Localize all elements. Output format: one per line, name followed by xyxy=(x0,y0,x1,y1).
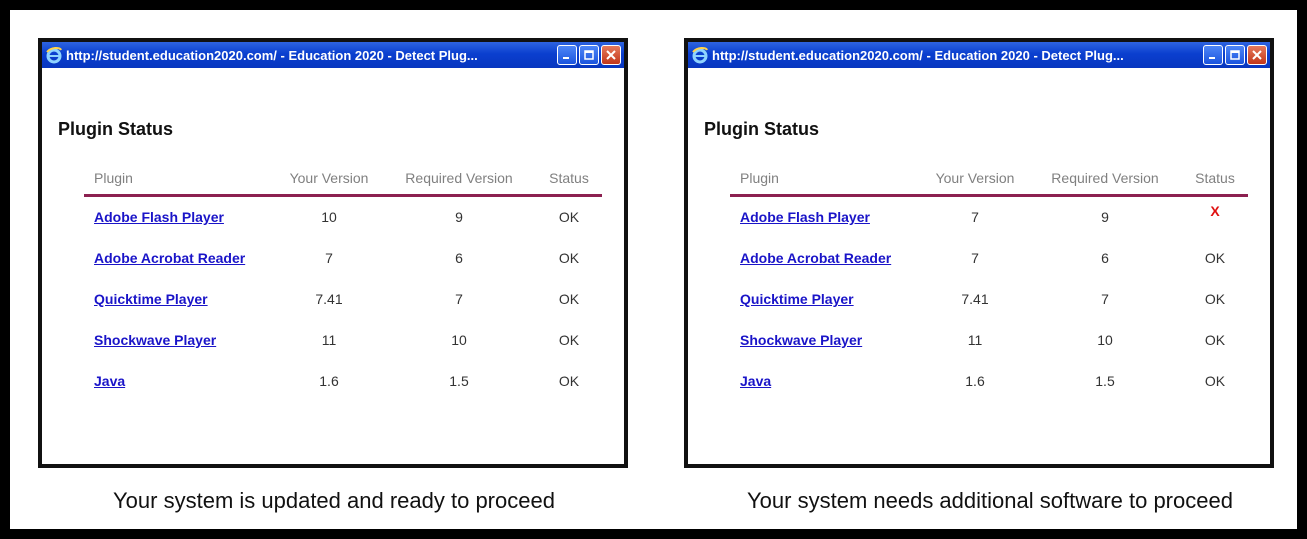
plugin-link[interactable]: Shockwave Player xyxy=(94,332,216,348)
internet-explorer-icon xyxy=(691,46,709,64)
column-header-your-version: Your Version xyxy=(289,170,369,186)
window-title: http://student.education2020.com/ - Educ… xyxy=(712,47,1124,63)
your-version: 10 xyxy=(321,209,337,225)
table-row: Shockwave Player 11 10 OK xyxy=(84,320,602,361)
required-version: 1.5 xyxy=(449,373,469,389)
maximize-icon[interactable] xyxy=(1225,45,1245,65)
caption-needs-software: Your system needs additional software to… xyxy=(747,488,1233,513)
your-version: 11 xyxy=(321,332,337,348)
status-text: OK xyxy=(558,291,580,307)
column-header-plugin: Plugin xyxy=(94,170,133,186)
your-version: 7 xyxy=(971,250,979,266)
plugin-table: Plugin Your Version Required Version Sta… xyxy=(84,170,602,402)
required-version: 1.5 xyxy=(1095,373,1115,389)
plugin-table: Plugin Your Version Required Version Sta… xyxy=(730,170,1248,402)
your-version: 7 xyxy=(971,209,979,225)
plugin-link[interactable]: Java xyxy=(740,373,771,389)
table-row: Adobe Flash Player 10 9 OK xyxy=(84,197,602,238)
column-header-required-version: Required Version xyxy=(405,170,513,186)
column-header-your-version: Your Version xyxy=(935,170,1015,186)
internet-explorer-icon xyxy=(45,46,63,64)
required-version: 10 xyxy=(451,332,467,348)
your-version: 7.41 xyxy=(315,291,343,307)
column-header-required-version: Required Version xyxy=(1051,170,1159,186)
table-row: Adobe Acrobat Reader 7 6 OK xyxy=(730,238,1248,279)
your-version: 11 xyxy=(967,332,983,348)
plugin-link[interactable]: Adobe Acrobat Reader xyxy=(94,250,245,266)
table-row: Adobe Acrobat Reader 7 6 OK xyxy=(84,238,602,279)
plugin-link[interactable]: Adobe Acrobat Reader xyxy=(740,250,891,266)
required-version: 6 xyxy=(1101,250,1109,266)
close-icon[interactable] xyxy=(1247,45,1267,65)
required-version: 6 xyxy=(455,250,463,266)
maximize-icon[interactable] xyxy=(579,45,599,65)
table-row: Java 1.6 1.5 OK xyxy=(730,361,1248,402)
page-title: Plugin Status xyxy=(58,119,174,139)
your-version: 7 xyxy=(325,250,333,266)
table-row: Quicktime Player 7.41 7 OK xyxy=(84,279,602,320)
page-title: Plugin Status xyxy=(704,119,820,139)
column-header-status: Status xyxy=(549,170,589,186)
table-row: Adobe Flash Player 7 9 X xyxy=(730,197,1248,238)
status-text: OK xyxy=(558,250,580,266)
plugin-link[interactable]: Quicktime Player xyxy=(94,291,208,307)
plugin-window-missing: http://student.education2020.com/ - Educ… xyxy=(684,38,1274,468)
status-text: OK xyxy=(1204,332,1226,348)
plugin-link[interactable]: Quicktime Player xyxy=(740,291,854,307)
status-text: OK xyxy=(1204,250,1226,266)
required-version: 7 xyxy=(1101,291,1109,307)
column-header-plugin: Plugin xyxy=(740,170,779,186)
required-version: 7 xyxy=(455,291,463,307)
status-fail-mark: X xyxy=(1210,203,1220,219)
screenshot-canvas: http://student.education2020.com/ - Educ… xyxy=(10,10,1297,529)
column-header-status: Status xyxy=(1195,170,1235,186)
caption-ready: Your system is updated and ready to proc… xyxy=(113,488,555,513)
your-version: 1.6 xyxy=(965,373,985,389)
plugin-link[interactable]: Adobe Flash Player xyxy=(94,209,224,225)
table-header: Plugin Your Version Required Version Sta… xyxy=(730,170,1248,197)
titlebar: http://student.education2020.com/ - Educ… xyxy=(688,42,1270,68)
plugin-link[interactable]: Adobe Flash Player xyxy=(740,209,870,225)
your-version: 1.6 xyxy=(319,373,339,389)
your-version: 7.41 xyxy=(961,291,989,307)
table-header: Plugin Your Version Required Version Sta… xyxy=(84,170,602,197)
status-text: OK xyxy=(558,332,580,348)
window-title: http://student.education2020.com/ - Educ… xyxy=(66,47,478,63)
table-row: Quicktime Player 7.41 7 OK xyxy=(730,279,1248,320)
status-text: OK xyxy=(558,373,580,389)
table-row: Shockwave Player 11 10 OK xyxy=(730,320,1248,361)
plugin-link[interactable]: Shockwave Player xyxy=(740,332,862,348)
table-row: Java 1.6 1.5 OK xyxy=(84,361,602,402)
close-icon[interactable] xyxy=(601,45,621,65)
minimize-icon[interactable] xyxy=(557,45,577,65)
plugin-link[interactable]: Java xyxy=(94,373,125,389)
minimize-icon[interactable] xyxy=(1203,45,1223,65)
status-text: OK xyxy=(558,209,580,225)
required-version: 10 xyxy=(1097,332,1113,348)
required-version: 9 xyxy=(1101,209,1109,225)
required-version: 9 xyxy=(455,209,463,225)
titlebar: http://student.education2020.com/ - Educ… xyxy=(42,42,624,68)
plugin-window-ok: http://student.education2020.com/ - Educ… xyxy=(38,38,628,468)
status-text: OK xyxy=(1204,291,1226,307)
status-text: OK xyxy=(1204,373,1226,389)
